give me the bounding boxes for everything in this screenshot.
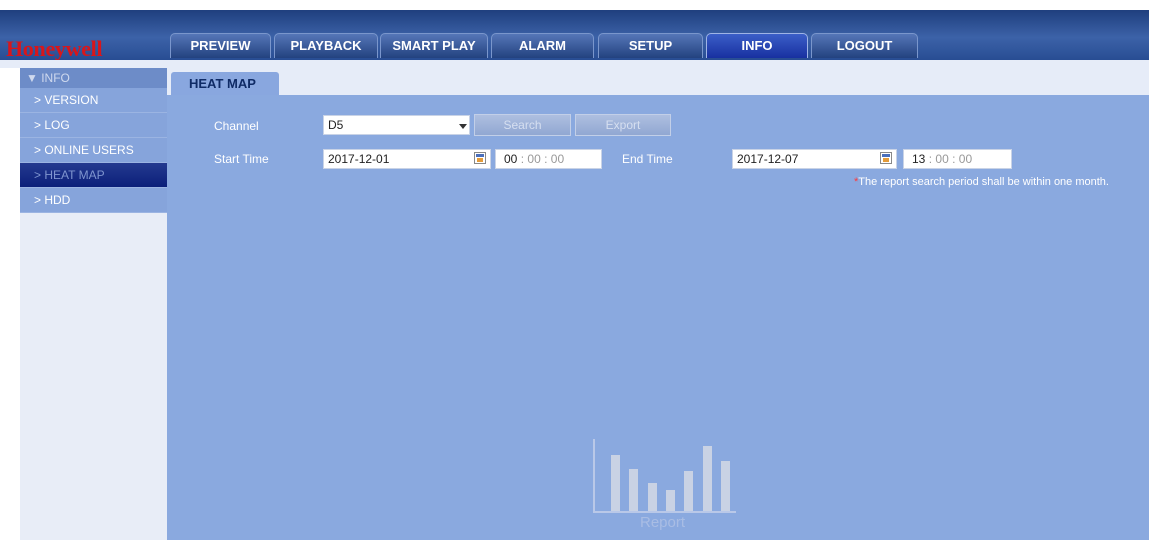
end-time-input[interactable]: 13 : 00 : 00 [903,149,1012,169]
brand-logo: Honeywell [6,36,103,61]
start-hour: 00 [504,152,518,166]
report-bar [703,446,712,511]
report-axis-y [593,439,595,513]
sidebar-item-version[interactable]: > VERSION [20,88,167,113]
time-separator: : [928,152,933,166]
time-separator: : [520,152,525,166]
tab-alarm[interactable]: ALARM [491,33,594,58]
subtab-strip [167,68,1149,95]
sidebar-item-online-users[interactable]: > ONLINE USERS [20,138,167,163]
report-bar [629,469,638,511]
sidebar-item-log[interactable]: > LOG [20,113,167,138]
report-bar [721,461,730,511]
start-date-input[interactable]: 2017-12-01 [323,149,491,169]
tab-setup[interactable]: SETUP [598,33,703,58]
calendar-icon[interactable] [474,152,486,164]
report-label: Report [640,514,686,531]
time-separator: : [952,152,956,166]
report-bar [648,483,657,511]
export-button[interactable]: Export [575,114,671,136]
tab-playback[interactable]: PLAYBACK [274,33,378,58]
tab-info[interactable]: INFO [706,33,808,58]
end-minute: 00 [935,152,949,166]
tab-preview[interactable]: PREVIEW [170,33,271,58]
sidebar-item-hdd[interactable]: > HDD [20,188,167,213]
tab-smart-play[interactable]: SMART PLAY [380,33,488,58]
sidebar: ▼ INFO > VERSION > LOG > ONLINE USERS > … [20,68,167,540]
sidebar-header-info[interactable]: ▼ INFO [20,68,167,88]
start-second: 00 [550,152,565,166]
end-time-label: End Time [622,152,673,166]
end-date-input[interactable]: 2017-12-07 [732,149,897,169]
channel-label: Channel [214,119,259,133]
sub-bar [0,60,1149,68]
subtab-heat-map[interactable]: HEAT MAP [171,72,279,96]
end-hour: 13 [912,152,926,166]
start-time-label: Start Time [214,152,269,166]
channel-select[interactable]: D5 [323,115,470,135]
report-axis-x [593,511,736,513]
tab-logout[interactable]: LOGOUT [811,33,918,58]
report-bar [611,455,620,511]
report-bar [684,471,693,511]
report-bar [666,490,675,511]
sidebar-item-heat-map[interactable]: > HEAT MAP [20,163,167,188]
top-strip [0,0,1149,10]
start-minute: 00 [527,152,541,166]
search-button[interactable]: Search [474,114,571,136]
end-second: 00 [958,152,973,166]
channel-select-value: D5 [328,118,344,132]
time-separator: : [544,152,548,166]
search-period-note: *The report search period shall be withi… [854,176,1109,188]
note-text: The report search period shall be within… [858,176,1109,188]
start-time-input[interactable]: 00 : 00 : 00 [495,149,602,169]
chevron-down-icon[interactable] [459,124,467,129]
calendar-icon[interactable] [880,152,892,164]
